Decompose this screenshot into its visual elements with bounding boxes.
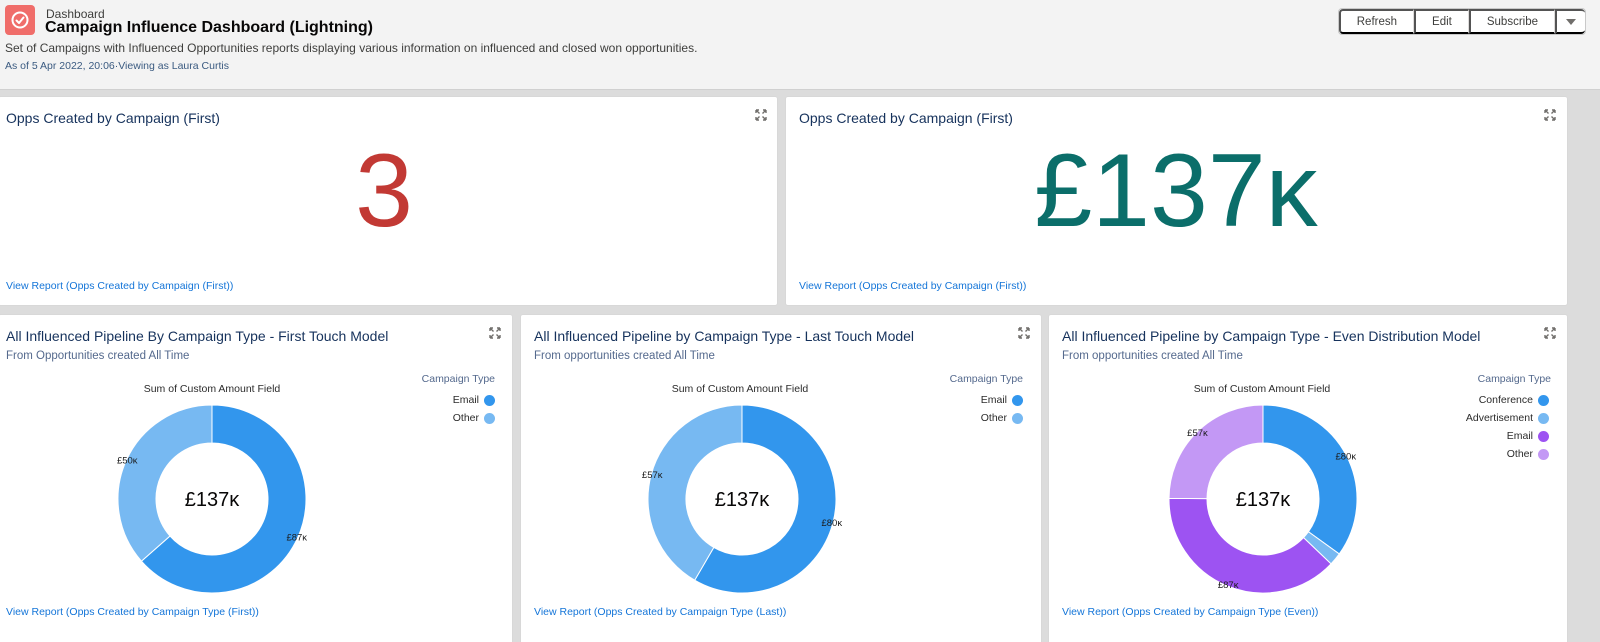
slice-data-label: £50ĸ [117,456,138,467]
dashboard-gauge-icon [5,5,35,35]
view-report-link[interactable]: View Report (Opps Created by Campaign Ty… [1062,606,1318,618]
legend-item-label[interactable]: Other [847,412,1007,424]
view-report-link[interactable]: View Report (Opps Created by Campaign (F… [6,280,233,292]
slice-data-label: £80ĸ [821,518,842,529]
donut-slice-email[interactable] [1168,497,1332,594]
donut-card-even-distribution: All Influenced Pipeline by Campaign Type… [1048,314,1568,642]
legend-swatch [1012,395,1023,406]
view-report-link[interactable]: View Report (Opps Created by Campaign (F… [799,280,1026,292]
legend-swatch [1538,449,1549,460]
legend-item-label[interactable]: Other [319,412,479,424]
as-of-timestamp: As of 5 Apr 2022, 20:06·Viewing as Laura… [5,60,229,72]
legend-swatch [1012,413,1023,424]
donut-center-total: £137ĸ [1236,489,1291,511]
legend-item-label[interactable]: Other [1373,448,1533,460]
card-title: Opps Created by Campaign (First) [799,110,1013,126]
header-button-group: Refresh Edit Subscribe [1337,8,1586,35]
legend-item-label[interactable]: Email [319,394,479,406]
donut-chart: £87ĸ £50ĸ £137ĸ [117,404,307,594]
refresh-button[interactable]: Refresh [1338,9,1415,34]
subscribe-button[interactable]: Subscribe [1468,9,1555,34]
donut-slice-conference[interactable] [1262,404,1358,555]
donut-chart: £80ĸ £57ĸ £137ĸ [642,404,842,594]
donut-center-total: £137ĸ [185,489,240,511]
metric-card-opps-amount: Opps Created by Campaign (First) £137ĸ V… [785,96,1568,306]
donut-slice-other[interactable] [1168,404,1264,500]
expand-icon[interactable] [755,109,767,121]
chevron-down-icon [1566,18,1576,25]
legend-swatch [1538,431,1549,442]
legend-swatch [484,413,495,424]
slice-data-label: £57ĸ [642,470,663,481]
donut-chart: £80ĸ £87ĸ £57ĸ £137ĸ [1168,404,1358,594]
legend-item-label[interactable]: Email [847,394,1007,406]
donut-slice-other[interactable] [117,404,213,562]
more-actions-button[interactable] [1555,9,1585,34]
metric-value: £137ĸ [1034,133,1318,249]
legend-swatch [484,395,495,406]
slice-data-label: £87ĸ [286,532,307,543]
expand-icon[interactable] [1544,109,1556,121]
dashboard-header: Dashboard Campaign Influence Dashboard (… [0,0,1600,90]
metric-value: 3 [355,133,413,249]
view-report-link[interactable]: View Report (Opps Created by Campaign Ty… [6,606,259,618]
donut-center-total: £137ĸ [715,489,770,511]
donut-card-last-touch: All Influenced Pipeline by Campaign Type… [520,314,1042,642]
card-title: Opps Created by Campaign (First) [6,110,220,126]
legend-item-label[interactable]: Conference [1373,394,1533,406]
metric-card-opps-count: Opps Created by Campaign (First) 3 View … [0,96,778,306]
legend-item-label[interactable]: Advertisement [1373,412,1533,424]
slice-data-label: £87ĸ [1218,580,1239,591]
edit-button[interactable]: Edit [1414,9,1469,34]
legend-item-label[interactable]: Email [1373,430,1533,442]
legend-swatch [1538,413,1549,424]
legend-swatch [1538,395,1549,406]
slice-data-label: £57ĸ [1187,428,1208,439]
donut-card-first-touch: All Influenced Pipeline By Campaign Type… [0,314,513,642]
view-report-link[interactable]: View Report (Opps Created by Campaign Ty… [534,606,786,618]
page-title: Campaign Influence Dashboard (Lightning) [45,19,373,36]
page-description: Set of Campaigns with Influenced Opportu… [5,41,698,55]
slice-data-label: £80ĸ [1335,452,1356,463]
